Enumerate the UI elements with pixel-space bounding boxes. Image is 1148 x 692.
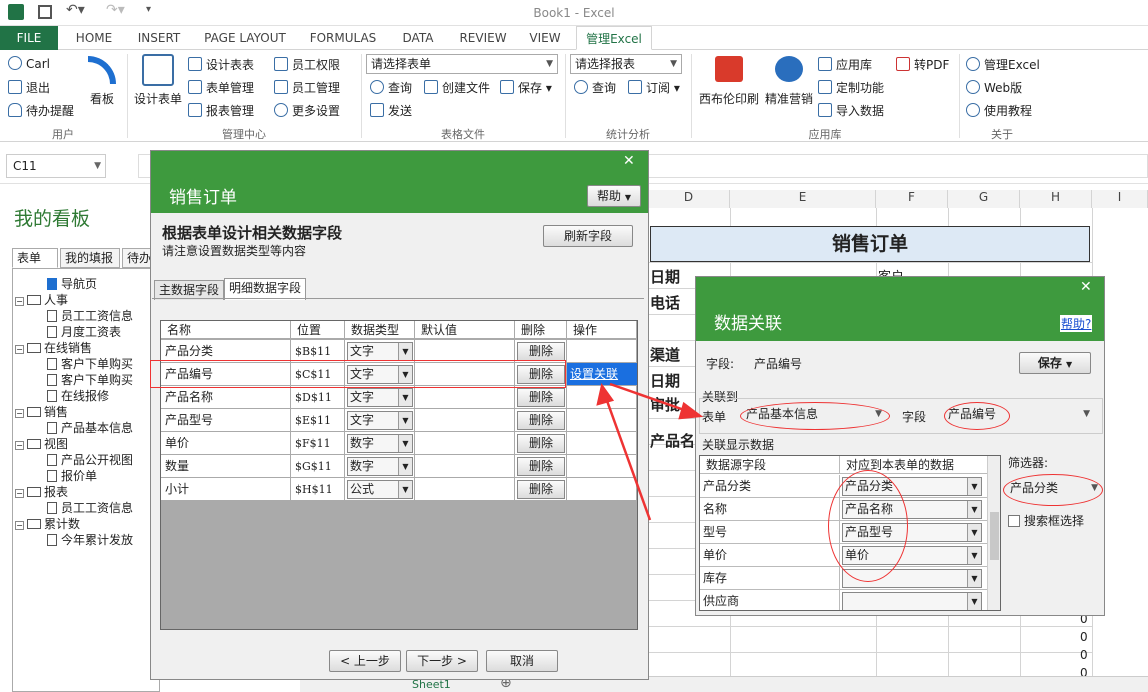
annotation-arrows (596, 382, 704, 521)
